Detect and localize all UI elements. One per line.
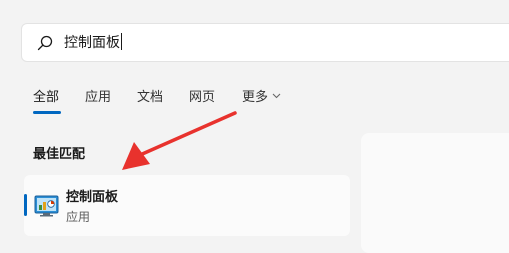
search-input[interactable]: 控制面板 <box>64 33 122 53</box>
chevron-down-icon <box>272 93 281 99</box>
tab-all[interactable]: 全部 <box>33 89 59 107</box>
tab-documents[interactable]: 文档 <box>137 89 163 107</box>
preview-pane <box>361 133 509 253</box>
search-query: 控制面板 <box>64 35 120 51</box>
search-icon <box>37 35 53 51</box>
best-match-result[interactable]: 控制面板 应用 <box>24 175 350 236</box>
tab-apps[interactable]: 应用 <box>85 89 111 107</box>
selection-indicator <box>24 194 27 216</box>
text-caret <box>121 33 122 50</box>
tab-web[interactable]: 网页 <box>189 89 215 107</box>
result-title: 控制面板 <box>66 190 119 205</box>
search-box[interactable]: 控制面板 <box>21 23 509 62</box>
tab-more[interactable]: 更多 <box>242 89 281 107</box>
result-type: 应用 <box>66 210 91 224</box>
active-tab-indicator <box>33 111 61 114</box>
best-match-heading: 最佳匹配 <box>33 147 86 162</box>
tab-more-label: 更多 <box>242 90 269 105</box>
control-panel-icon <box>34 195 59 217</box>
